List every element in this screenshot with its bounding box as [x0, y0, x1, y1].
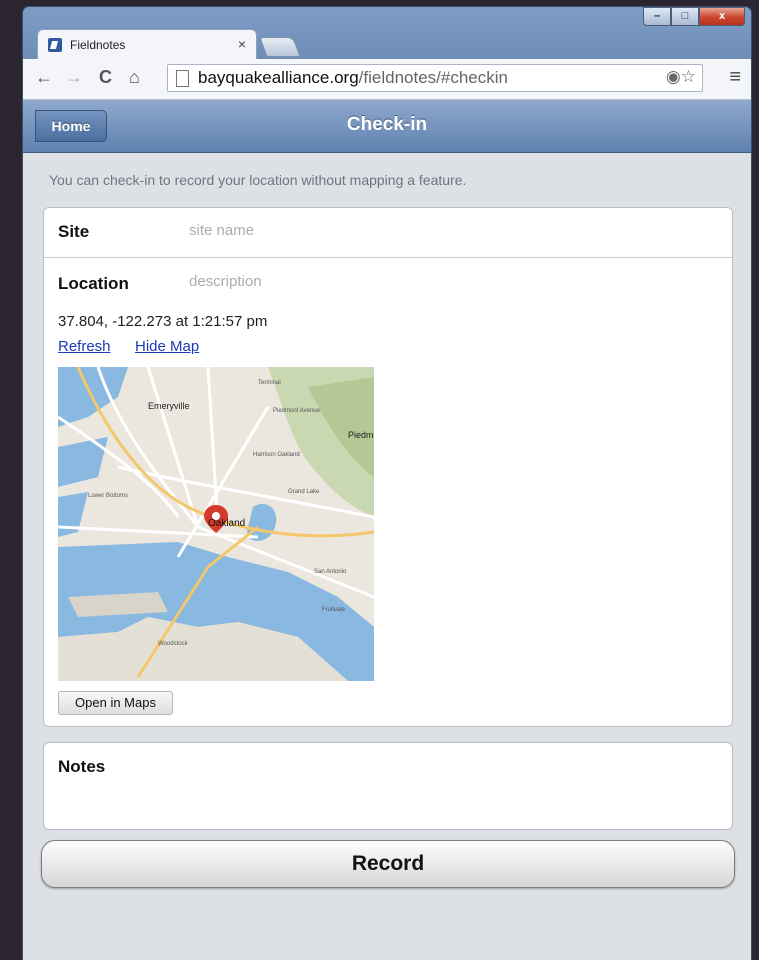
site-input[interactable]: site name [189, 222, 254, 239]
browser-tab[interactable]: Fieldnotes × [37, 29, 257, 59]
svg-text:Piedmon: Piedmon [348, 430, 374, 440]
page-viewport: Home Check-in You can check-in to record… [23, 100, 751, 960]
page-title: Check-in [346, 114, 428, 135]
site-label: Site [58, 222, 90, 241]
tab-title: Fieldnotes [70, 38, 126, 52]
intro-text: You can check-in to record your location… [49, 172, 467, 188]
open-in-maps-button[interactable]: Open in Maps [58, 691, 173, 715]
new-tab-button[interactable] [259, 37, 301, 57]
browser-window: – □ x Fieldnotes × ← → C ⌂ bayquakeallia… [22, 6, 752, 960]
svg-text:Piedmont Avenue: Piedmont Avenue [273, 408, 321, 414]
notes-card[interactable]: Notes [43, 742, 733, 830]
hide-map-link[interactable]: Hide Map [135, 338, 199, 355]
url-text[interactable]: bayquakealliance.org/fieldnotes/#checkin [198, 68, 508, 88]
window-controls: – □ x [643, 7, 745, 26]
url-path: /fieldnotes/#checkin [358, 68, 508, 87]
checkin-card: Site site name Location description 37.8… [43, 207, 733, 727]
browser-toolbar: ← → C ⌂ bayquakealliance.org/fieldnotes/… [23, 59, 751, 100]
location-description-input[interactable]: description [189, 273, 262, 290]
maximize-button[interactable]: □ [671, 7, 699, 26]
svg-text:San Antonio: San Antonio [314, 569, 347, 575]
notes-label: Notes [58, 757, 106, 776]
favicon-icon [48, 38, 62, 52]
record-button[interactable]: Record [41, 840, 735, 888]
svg-text:Terminal: Terminal [258, 380, 281, 386]
address-bar[interactable]: bayquakealliance.org/fieldnotes/#checkin… [167, 64, 703, 92]
reload-icon[interactable]: C [99, 67, 112, 88]
tab-close-icon[interactable]: × [238, 36, 246, 52]
location-star-icon[interactable]: ◉☆ [666, 67, 696, 87]
page-header: Home Check-in [23, 100, 751, 153]
close-window-button[interactable]: x [699, 7, 745, 26]
back-icon[interactable]: ← [35, 67, 53, 88]
location-coordinates: 37.804, -122.273 at 1:21:57 pm [58, 313, 268, 330]
svg-text:Oakland: Oakland [208, 518, 245, 529]
svg-text:Fruitvale: Fruitvale [322, 607, 346, 613]
minimize-button[interactable]: – [643, 7, 671, 26]
url-host: bayquakealliance.org [198, 68, 359, 87]
menu-icon[interactable]: ≡ [729, 66, 741, 89]
map-image: Emeryville Terminal Piedmont Avenue Pied… [58, 367, 374, 681]
svg-text:Emeryville: Emeryville [148, 401, 190, 411]
svg-text:Harrison Oakland: Harrison Oakland [253, 452, 300, 458]
location-label: Location [58, 274, 129, 293]
svg-text:Grand Lake: Grand Lake [288, 489, 320, 495]
divider [44, 257, 732, 258]
svg-text:Woodstock: Woodstock [158, 641, 189, 647]
svg-text:Lower Bottoms: Lower Bottoms [88, 493, 128, 499]
forward-icon[interactable]: → [65, 67, 83, 88]
refresh-link[interactable]: Refresh [58, 338, 111, 355]
page-icon [176, 70, 189, 87]
home-icon[interactable]: ⌂ [129, 67, 140, 88]
location-map[interactable]: Emeryville Terminal Piedmont Avenue Pied… [58, 367, 374, 681]
